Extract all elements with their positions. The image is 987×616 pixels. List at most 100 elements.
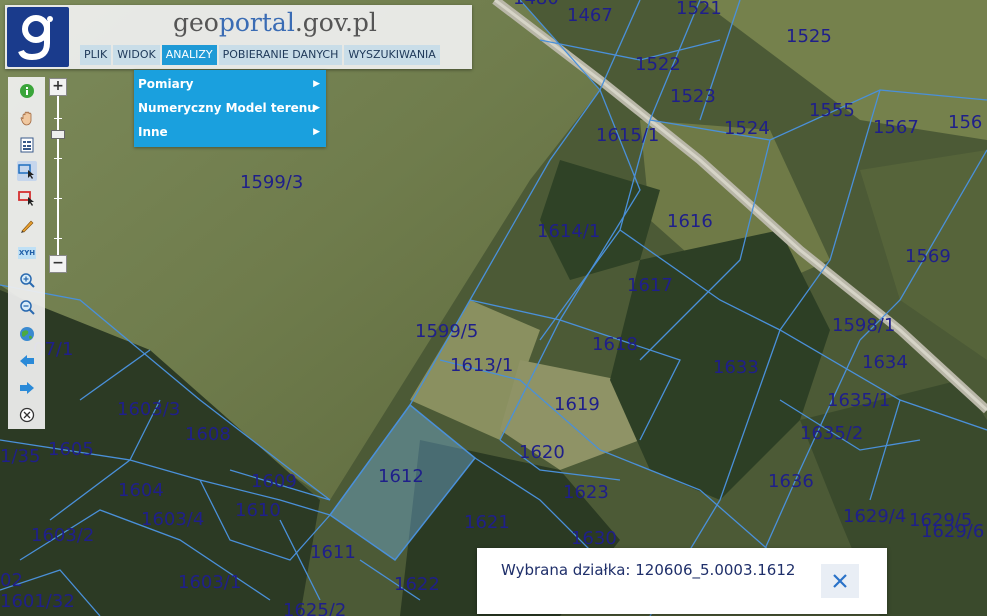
zoom-slider: + −	[49, 78, 67, 274]
selected-parcel-text: Wybrana działka: 120606_5.0003.1612	[501, 561, 796, 579]
geoportal-logo[interactable]	[7, 7, 69, 67]
parcel-label: 1610	[235, 500, 281, 521]
xyh-coordinates-icon: XYH	[17, 247, 37, 259]
zoom-out-button[interactable]: −	[49, 255, 67, 273]
parcel-label: 1636	[768, 471, 814, 492]
zoom-tick	[54, 158, 62, 159]
parcel-label: 1609	[251, 471, 297, 492]
parcel-label: 1525	[786, 26, 832, 47]
parcel-label: 1613/1	[450, 355, 513, 376]
back-arrow-icon	[20, 355, 34, 367]
parcel-label: 1635/1	[827, 390, 890, 411]
site-title: geoportal.gov.pl	[173, 8, 377, 37]
menu-widok[interactable]: WIDOK	[113, 45, 160, 65]
zoom-tick	[54, 118, 62, 119]
parcel-label: 1617	[627, 275, 673, 296]
parcel-label: 1623	[563, 482, 609, 503]
full-extent-button[interactable]	[17, 324, 37, 344]
parcel-label: 1523	[670, 86, 716, 107]
parcel-label: 1629/6	[921, 521, 984, 542]
parcel-label: 1598/1	[832, 315, 895, 336]
menu-wyszukiwania[interactable]: WYSZUKIWANIA	[344, 45, 440, 65]
parcel-label: 1635/2	[800, 423, 863, 444]
draw-button[interactable]	[17, 216, 37, 236]
zoom-out-tool-button[interactable]	[17, 297, 37, 317]
parcel-label: 1629/4	[843, 506, 906, 527]
zoom-in-tool-button[interactable]	[17, 270, 37, 290]
site-title-main: portal	[218, 8, 295, 37]
pan-hand-icon	[20, 111, 32, 126]
parcel-label: 1634	[862, 352, 908, 373]
parcel-label: 1625/2	[283, 600, 346, 616]
dropdown-item-inne[interactable]: Inne ▶	[134, 120, 326, 144]
parcel-label: 1615/1	[596, 125, 659, 146]
legend-icon	[20, 137, 34, 153]
popup-close-button[interactable]	[821, 564, 859, 598]
parcel-label: 1604	[118, 480, 164, 501]
site-title-suffix: .gov.pl	[294, 8, 377, 37]
parcel-label: 1599/5	[415, 321, 478, 342]
zoom-tick	[54, 198, 62, 199]
parcel-label: 1599/3	[240, 172, 303, 193]
menu-pobieranie-danych[interactable]: POBIERANIE DANYCH	[218, 45, 343, 65]
parcel-label: 02	[0, 570, 23, 591]
parcel-label: 1633	[713, 357, 759, 378]
legend-button[interactable]	[17, 135, 37, 155]
clear-icon	[19, 407, 35, 423]
parcel-label: 1480	[513, 0, 559, 9]
map-toolbar: XYH	[8, 77, 45, 429]
parcel-label: 1567	[873, 117, 919, 138]
zoom-thumb[interactable]	[51, 130, 65, 139]
menu-analizy[interactable]: ANALIZY	[161, 45, 217, 65]
parcel-label: 1612	[378, 466, 424, 487]
select-rectangle-icon	[18, 164, 34, 179]
zoom-track[interactable]	[57, 96, 59, 256]
parcel-label: 1618	[592, 334, 638, 355]
parcel-label: 1620	[519, 442, 565, 463]
next-extent-button[interactable]	[17, 378, 37, 398]
parcel-label: 1467	[567, 5, 613, 26]
parcel-label: 1603/1	[178, 572, 241, 593]
zoom-out-icon	[20, 300, 35, 315]
info-button[interactable]	[17, 81, 37, 101]
select-delete-button[interactable]	[17, 188, 37, 208]
parcel-label: 1521	[676, 0, 722, 19]
parcel-label: 1608	[185, 424, 231, 445]
zoom-tick	[54, 238, 62, 239]
parcel-label: 1555	[809, 100, 855, 121]
clear-button[interactable]	[17, 405, 37, 425]
parcel-label: 1621	[464, 512, 510, 533]
parcel-label: 1603/2	[31, 525, 94, 546]
parcel-label: 1630	[571, 528, 617, 549]
parcel-label: 156	[948, 112, 982, 133]
xyh-button[interactable]: XYH	[17, 243, 37, 263]
parcel-label: 1616	[667, 211, 713, 232]
parcel-label: 1524	[724, 118, 770, 139]
chevron-right-icon: ▶	[313, 79, 320, 89]
close-icon	[833, 574, 847, 588]
previous-extent-button[interactable]	[17, 351, 37, 371]
dropdown-item-label: Numeryczny Model terenu	[138, 101, 316, 115]
select-delete-icon	[18, 191, 34, 206]
chevron-right-icon: ▶	[313, 103, 320, 113]
parcel-label: 1605	[48, 439, 94, 460]
parcel-label: 1603/4	[141, 509, 204, 530]
dropdown-item-label: Pomiary	[138, 77, 194, 91]
zoom-in-button[interactable]: +	[49, 78, 67, 96]
pan-button[interactable]	[17, 108, 37, 128]
parcel-label: 1601/32	[0, 591, 75, 612]
dropdown-item-pomiary[interactable]: Pomiary ▶	[134, 72, 326, 96]
forward-arrow-icon	[20, 382, 34, 394]
info-icon	[20, 84, 34, 98]
site-title-prefix: geo	[173, 8, 219, 37]
parcel-label: 1619	[554, 394, 600, 415]
parcel-label: 1522	[635, 54, 681, 75]
parcel-label: 1611	[310, 542, 356, 563]
chevron-right-icon: ▶	[313, 127, 320, 137]
select-rectangle-button[interactable]	[17, 161, 37, 181]
dropdown-item-nmt[interactable]: Numeryczny Model terenu ▶	[134, 96, 326, 120]
menu-plik[interactable]: PLIK	[80, 45, 112, 65]
draw-pencil-icon	[21, 220, 34, 233]
globe-extent-icon	[20, 327, 34, 341]
dropdown-item-label: Inne	[138, 125, 168, 139]
